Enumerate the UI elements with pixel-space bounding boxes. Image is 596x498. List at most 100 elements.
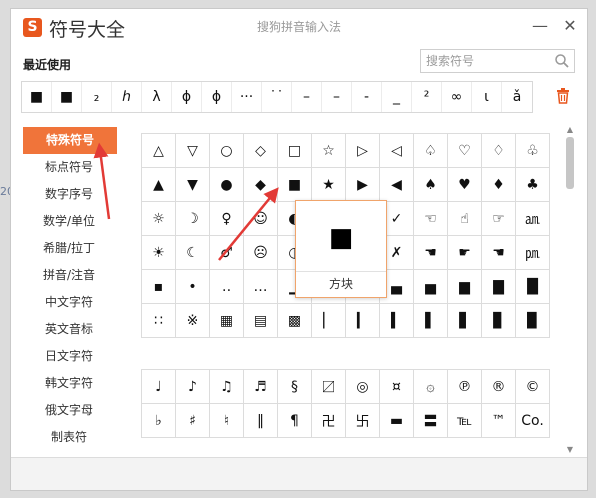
symbol-cell[interactable]: ◀ xyxy=(380,168,414,202)
trash-icon[interactable] xyxy=(556,88,570,108)
symbol-cell[interactable]: ▷ xyxy=(346,134,380,168)
symbol-cell[interactable]: ♥ xyxy=(448,168,482,202)
symbol-cell[interactable]: ♦ xyxy=(482,168,516,202)
symbol-cell[interactable]: © xyxy=(516,370,550,404)
symbol-cell[interactable]: ▌ xyxy=(414,304,448,338)
symbol-cell[interactable]: △ xyxy=(142,134,176,168)
sidebar-item[interactable]: 拼音/注音 xyxy=(21,262,117,289)
recent-symbol[interactable]: _ xyxy=(382,82,412,112)
symbol-cell[interactable]: ☹ xyxy=(244,236,278,270)
symbol-cell[interactable]: ‖ xyxy=(244,404,278,438)
symbol-cell[interactable]: ™ xyxy=(482,404,516,438)
recent-symbol[interactable]: ∞ xyxy=(442,82,472,112)
scroll-thumb[interactable] xyxy=(566,137,574,189)
symbol-cell[interactable]: ▍ xyxy=(380,304,414,338)
symbol-cell[interactable]: ♭ xyxy=(142,404,176,438)
sidebar-item[interactable]: 中文字符 xyxy=(21,289,117,316)
symbol-cell[interactable]: ▬ xyxy=(380,404,414,438)
symbol-cell[interactable]: ♢ xyxy=(482,134,516,168)
symbol-cell[interactable]: ♫ xyxy=(210,370,244,404)
symbol-cell[interactable]: ® xyxy=(482,370,516,404)
recent-symbol[interactable]: ■ xyxy=(52,82,82,112)
symbol-cell[interactable]: 卐 xyxy=(346,404,380,438)
recent-symbol[interactable]: – xyxy=(292,82,322,112)
sidebar-item[interactable]: 数学/单位 xyxy=(21,208,117,235)
recent-symbol[interactable]: ɸ xyxy=(172,82,202,112)
scroll-down-icon[interactable]: ▼ xyxy=(564,445,576,455)
symbol-cell[interactable]: □ xyxy=(278,134,312,168)
symbol-cell[interactable]: ▤ xyxy=(244,304,278,338)
sidebar-item[interactable]: 制表符 xyxy=(21,424,117,451)
symbol-cell[interactable]: ۞ xyxy=(414,370,448,404)
symbol-cell[interactable]: ㏘ xyxy=(516,236,550,270)
sidebar-item[interactable]: 韩文字符 xyxy=(21,370,117,397)
recent-symbol[interactable]: ˙˙ xyxy=(262,82,292,112)
recent-symbol[interactable]: - xyxy=(352,82,382,112)
search-icon[interactable] xyxy=(554,53,570,73)
symbol-cell[interactable]: ☜ xyxy=(414,202,448,236)
symbol-cell[interactable]: ● xyxy=(210,168,244,202)
recent-symbol[interactable]: ǎ xyxy=(502,82,532,112)
symbol-cell[interactable]: ☚ xyxy=(482,236,516,270)
symbol-cell[interactable]: ○ xyxy=(210,134,244,168)
symbol-cell[interactable]: ▊ xyxy=(482,304,516,338)
symbol-cell[interactable]: ◁ xyxy=(380,134,414,168)
symbol-cell[interactable]: █ xyxy=(516,270,550,304)
symbol-cell[interactable]: 卍 xyxy=(312,404,346,438)
symbol-cell[interactable]: ¶ xyxy=(278,404,312,438)
symbol-cell[interactable]: ☆ xyxy=(312,134,346,168)
symbol-cell[interactable]: ☺ xyxy=(244,202,278,236)
symbol-cell[interactable]: ◎ xyxy=(346,370,380,404)
sidebar-item[interactable]: 标点符号 xyxy=(21,154,117,181)
symbol-cell[interactable]: … xyxy=(244,270,278,304)
scrollbar[interactable]: ▲ ▼ xyxy=(564,125,576,455)
symbol-cell[interactable]: ▶ xyxy=(346,168,380,202)
recent-symbol[interactable]: ··· xyxy=(232,82,262,112)
recent-symbol[interactable]: ɸ xyxy=(202,82,232,112)
symbol-cell[interactable]: ∷ xyxy=(142,304,176,338)
symbol-cell[interactable]: ♪ xyxy=(176,370,210,404)
symbol-cell[interactable]: ♣ xyxy=(516,168,550,202)
symbol-cell[interactable]: ℗ xyxy=(448,370,482,404)
symbol-cell[interactable]: ※ xyxy=(176,304,210,338)
recent-symbol[interactable]: ₂ xyxy=(82,82,112,112)
sidebar-item[interactable]: 日文字符 xyxy=(21,343,117,370)
recent-symbol[interactable]: ι xyxy=(472,82,502,112)
symbol-cell[interactable]: ▆ xyxy=(448,270,482,304)
sidebar-item[interactable]: 特殊符号 xyxy=(23,127,117,154)
symbol-cell[interactable]: ▼ xyxy=(176,168,210,202)
symbol-cell[interactable]: ㏂ xyxy=(516,202,550,236)
symbol-cell[interactable]: ▏ xyxy=(312,304,346,338)
symbol-cell[interactable]: ▪ xyxy=(142,270,176,304)
symbol-cell[interactable]: ■ xyxy=(278,168,312,202)
sidebar-item[interactable]: 俄文字母 xyxy=(21,397,117,424)
symbol-cell[interactable]: ▽ xyxy=(176,134,210,168)
symbol-cell[interactable]: ☾ xyxy=(176,236,210,270)
sidebar-item[interactable]: 数字序号 xyxy=(21,181,117,208)
sidebar-item[interactable]: 希腊/拉丁 xyxy=(21,235,117,262)
symbol-cell[interactable]: ★ xyxy=(312,168,346,202)
symbol-cell[interactable]: Co. xyxy=(516,404,550,438)
sidebar-item[interactable]: 英文音标 xyxy=(21,316,117,343)
symbol-cell[interactable]: ♡ xyxy=(448,134,482,168)
symbol-cell[interactable]: ♀ xyxy=(210,202,244,236)
symbol-cell[interactable]: ♤ xyxy=(414,134,448,168)
symbol-cell[interactable]: ☝ xyxy=(448,202,482,236)
symbol-cell[interactable]: ♠ xyxy=(414,168,448,202)
symbol-cell[interactable]: ▩ xyxy=(278,304,312,338)
symbol-cell[interactable]: ☽ xyxy=(176,202,210,236)
symbol-cell[interactable]: ☚ xyxy=(414,236,448,270)
recent-symbol[interactable]: ² xyxy=(412,82,442,112)
search-input[interactable] xyxy=(426,53,546,69)
symbol-cell[interactable]: ♧ xyxy=(516,134,550,168)
close-button[interactable]: ✕ xyxy=(559,15,581,37)
symbol-cell[interactable]: ▋ xyxy=(448,304,482,338)
recent-symbol[interactable]: ■ xyxy=(22,82,52,112)
symbol-cell[interactable]: ℡ xyxy=(448,404,482,438)
symbol-cell[interactable]: ☼ xyxy=(142,202,176,236)
scroll-up-icon[interactable]: ▲ xyxy=(564,125,576,135)
symbol-cell[interactable]: ▉ xyxy=(516,304,550,338)
symbol-cell[interactable]: ▦ xyxy=(210,304,244,338)
symbol-cell[interactable]: ☀ xyxy=(142,236,176,270)
symbol-cell[interactable]: ♮ xyxy=(210,404,244,438)
